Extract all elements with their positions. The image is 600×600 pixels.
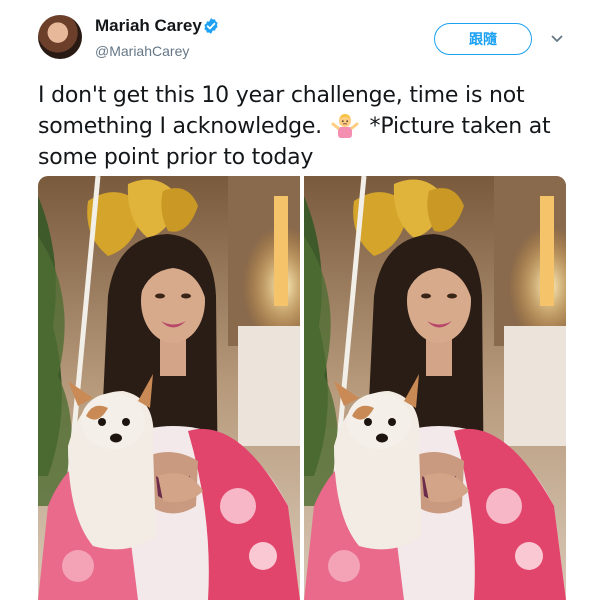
avatar[interactable] (38, 15, 82, 59)
display-name[interactable]: Mariah Carey (95, 16, 202, 36)
woman-shrugging-emoji-icon (331, 114, 359, 138)
chevron-down-icon[interactable] (550, 32, 564, 46)
handle[interactable]: @MariahCarey (95, 42, 189, 60)
media-gallery (38, 176, 566, 600)
photo-right[interactable] (304, 176, 566, 600)
follow-button[interactable]: 跟隨 (434, 23, 532, 55)
tweet-text: I don't get this 10 year challenge, time… (38, 80, 578, 173)
verified-badge-icon (204, 18, 218, 34)
photo-left[interactable] (38, 176, 300, 600)
tweet-card: Mariah Carey @MariahCarey 跟隨 I don't get… (0, 0, 600, 600)
